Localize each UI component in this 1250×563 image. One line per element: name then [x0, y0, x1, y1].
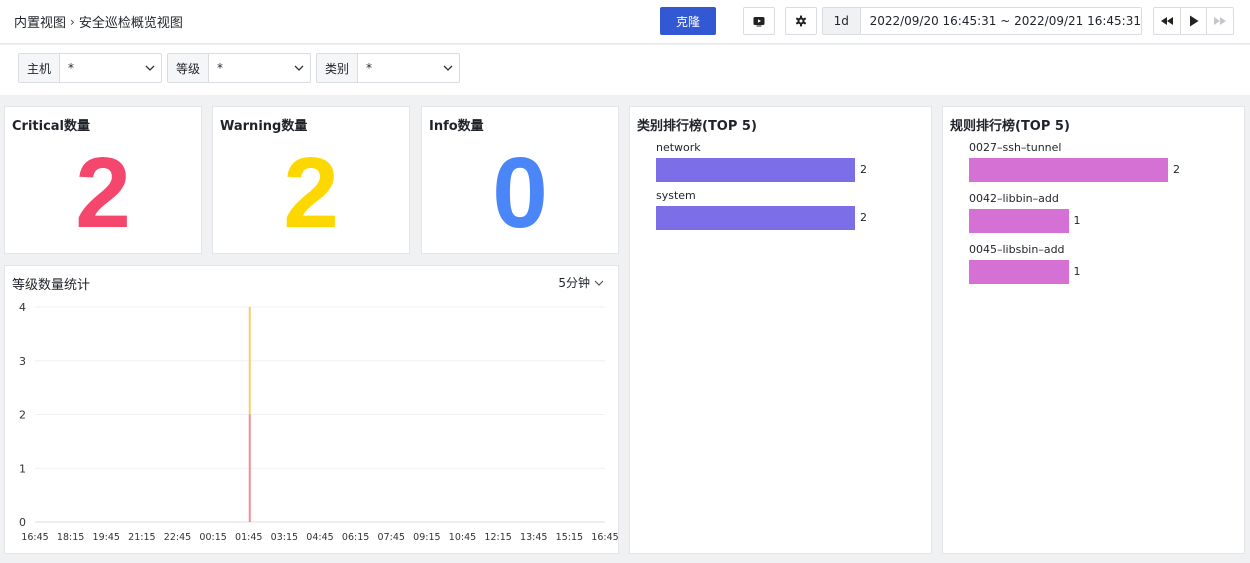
- category-filter-select[interactable]: *: [358, 54, 459, 82]
- category-filter[interactable]: 类别 *: [316, 53, 461, 83]
- x-tick-label: 21:15: [128, 532, 155, 543]
- chevron-right-icon: ›: [70, 14, 75, 29]
- critical-count-value: 2: [75, 137, 131, 249]
- x-tick-label: 22:45: [164, 532, 191, 543]
- category-rank-bar[interactable]: [656, 206, 855, 230]
- playback-controls: [1153, 7, 1234, 35]
- rule-rank-label: 0027–ssh–tunnel: [969, 141, 1062, 154]
- chevron-down-icon: [443, 65, 453, 71]
- filter-bar: 主机 * 等级 * 类别 *: [0, 45, 1250, 95]
- breadcrumb-current: 安全巡检概览视图: [78, 16, 183, 31]
- clone-button[interactable]: 克隆: [660, 7, 716, 35]
- level-count-chart-panel: 等级数量统计 5分钟 0 1 2 3 4 16:45 18:15 19:45 21:15 22:4…: [4, 265, 619, 554]
- rule-rank-bar[interactable]: [969, 260, 1069, 284]
- tv-play-icon: [753, 16, 765, 26]
- x-tick-label: 13:45: [520, 532, 547, 543]
- x-tick-label: 04:45: [306, 532, 333, 543]
- x-tick-label: 16:45: [591, 532, 618, 543]
- x-tick-label: 19:45: [93, 532, 120, 543]
- x-tick-label: 12:15: [484, 532, 511, 543]
- play-button[interactable]: [1181, 8, 1208, 34]
- category-rank-title: 类别排行榜(TOP 5): [637, 119, 757, 134]
- rule-rank-value: 1: [1073, 214, 1081, 227]
- rewind-button[interactable]: [1154, 8, 1181, 34]
- y-tick-label: 3: [19, 355, 26, 368]
- warning-count-panel: Warning数量 2: [212, 106, 410, 254]
- x-tick-label: 15:15: [556, 532, 583, 543]
- x-tick-label: 10:45: [449, 532, 476, 543]
- rule-rank-bar[interactable]: [969, 158, 1168, 182]
- play-icon: [1189, 15, 1198, 27]
- category-rank-panel: 类别排行榜(TOP 5) network 2 system 2: [629, 106, 932, 554]
- critical-count-title: Critical数量: [12, 119, 91, 134]
- warning-count-value: 2: [283, 137, 339, 249]
- level-filter-select[interactable]: *: [209, 54, 310, 82]
- rule-rank-value: 1: [1073, 265, 1081, 278]
- rewind-icon: [1160, 17, 1173, 25]
- info-count-value: 0: [492, 137, 548, 249]
- time-range-text[interactable]: 2022/09/20 16:45:31 ~ 2022/09/21 16:45:3…: [861, 8, 1141, 34]
- category-rank-value: 2: [860, 163, 867, 176]
- critical-count-panel: Critical数量 2: [4, 106, 202, 254]
- x-tick-label: 18:15: [57, 532, 84, 543]
- fast-forward-icon: [1214, 17, 1227, 25]
- gear-icon: [795, 15, 807, 27]
- x-tick-label: 01:45: [235, 532, 262, 543]
- fast-forward-button[interactable]: [1207, 8, 1233, 34]
- fullscreen-button[interactable]: [743, 7, 775, 35]
- x-tick-label: 07:45: [378, 532, 405, 543]
- time-range-picker[interactable]: 1d 2022/09/20 16:45:31 ~ 2022/09/21 16:4…: [822, 7, 1142, 35]
- y-tick-label: 4: [19, 301, 26, 314]
- y-tick-label: 0: [19, 516, 26, 529]
- category-rank-label: network: [656, 141, 701, 154]
- rule-rank-label: 0042–libbin–add: [969, 192, 1059, 205]
- breadcrumb: 内置视图 › 安全巡检概览视图: [14, 12, 183, 32]
- category-rank-bar[interactable]: [656, 158, 855, 182]
- level-filter-label: 等级: [168, 54, 210, 82]
- top-bar: 内置视图 › 安全巡检概览视图 克隆 1d 2022/09/20 16:45:3…: [0, 0, 1250, 44]
- y-tick-label: 1: [19, 462, 26, 475]
- host-filter-value: *: [68, 61, 75, 75]
- level-count-chart: 0 1 2 3 4 16:45 18:15 19:45 21:15 22:45 00:15 01:45…: [19, 301, 618, 543]
- chevron-down-icon: [294, 65, 304, 71]
- rule-rank-panel: 规则排行榜(TOP 5) 0027–ssh–tunnel 2 0042–libbin…: [942, 106, 1245, 554]
- rule-rank-value: 2: [1173, 163, 1180, 176]
- x-tick-label: 09:15: [413, 532, 440, 543]
- host-filter[interactable]: 主机 *: [18, 53, 163, 83]
- rule-rank-label: 0045–libsbin–add: [969, 243, 1065, 256]
- chevron-down-icon: [145, 65, 155, 71]
- level-filter-value: *: [217, 61, 224, 75]
- level-filter[interactable]: 等级 *: [167, 53, 312, 83]
- settings-button[interactable]: [785, 7, 817, 35]
- x-tick-label: 03:15: [271, 532, 298, 543]
- category-rank-value: 2: [860, 211, 867, 224]
- x-tick-label: 16:45: [21, 532, 48, 543]
- rule-rank-title: 规则排行榜(TOP 5): [950, 119, 1070, 134]
- x-tick-label: 00:15: [199, 532, 226, 543]
- x-tick-label: 06:15: [342, 532, 369, 543]
- quick-range-button[interactable]: 1d: [823, 8, 861, 34]
- breadcrumb-root[interactable]: 内置视图: [14, 12, 66, 31]
- rule-rank-bar[interactable]: [969, 209, 1069, 233]
- info-count-panel: Info数量 0: [421, 106, 619, 254]
- info-count-title: Info数量: [429, 119, 484, 134]
- category-filter-value: *: [366, 61, 373, 75]
- warning-count-title: Warning数量: [220, 119, 308, 134]
- y-tick-label: 2: [19, 409, 26, 422]
- host-filter-select[interactable]: *: [60, 54, 161, 82]
- category-rank-label: system: [656, 189, 696, 202]
- host-filter-label: 主机: [19, 54, 61, 82]
- category-filter-label: 类别: [317, 54, 359, 82]
